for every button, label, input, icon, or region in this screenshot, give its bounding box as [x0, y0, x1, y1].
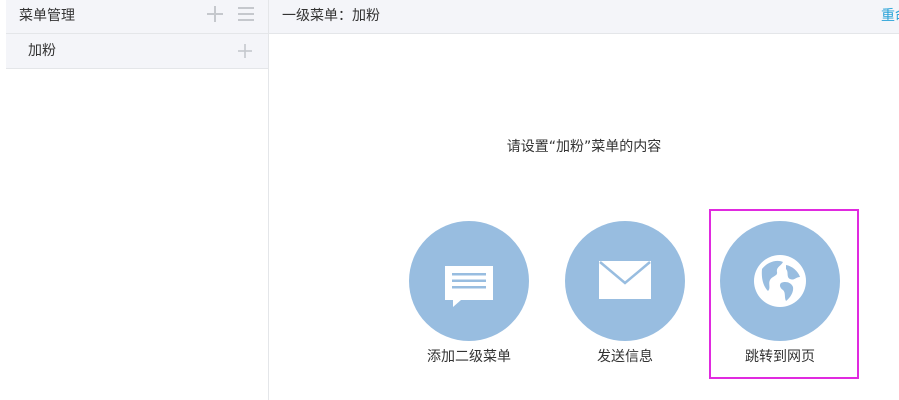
send-message-option[interactable]: 发送信息 [555, 221, 695, 371]
content-header: 一级菜单：加粉 重命名 [269, 0, 899, 34]
menu-sidebar: 菜单管理 加粉 [6, 0, 269, 400]
menu-level-title: 一级菜单：加粉 [282, 8, 380, 24]
content-prompt: 请设置“加粉”菜单的内容 [506, 139, 662, 155]
sort-list-icon[interactable] [235, 3, 257, 25]
option-label: 添加二级菜单 [427, 349, 511, 365]
add-submenu-button[interactable] [409, 221, 529, 341]
option-label: 发送信息 [597, 349, 653, 365]
sidebar-header: 菜单管理 [6, 0, 268, 34]
jump-to-webpage-option[interactable]: 跳转到网页 [710, 221, 850, 371]
sidebar-title: 菜单管理 [19, 8, 75, 24]
add-submenu-option[interactable]: 添加二级菜单 [399, 221, 539, 371]
option-label: 跳转到网页 [745, 349, 815, 365]
menu-editor: 菜单管理 加粉 一级菜单：加粉 重 请设置“加粉”菜单的内容 添加二级菜单 发送… [0, 0, 899, 400]
jump-to-webpage-button[interactable] [720, 221, 840, 341]
rename-link[interactable]: 重命名 [881, 6, 899, 26]
sidebar-item-jiafen[interactable]: 加粉 [6, 34, 268, 69]
add-menu-icon[interactable] [204, 3, 226, 25]
globe-icon [754, 255, 806, 307]
send-message-button[interactable] [565, 221, 685, 341]
sidebar-item-label: 加粉 [28, 43, 56, 59]
envelope-icon [599, 261, 651, 299]
add-submenu-icon[interactable] [236, 42, 254, 60]
message-icon [445, 266, 493, 307]
